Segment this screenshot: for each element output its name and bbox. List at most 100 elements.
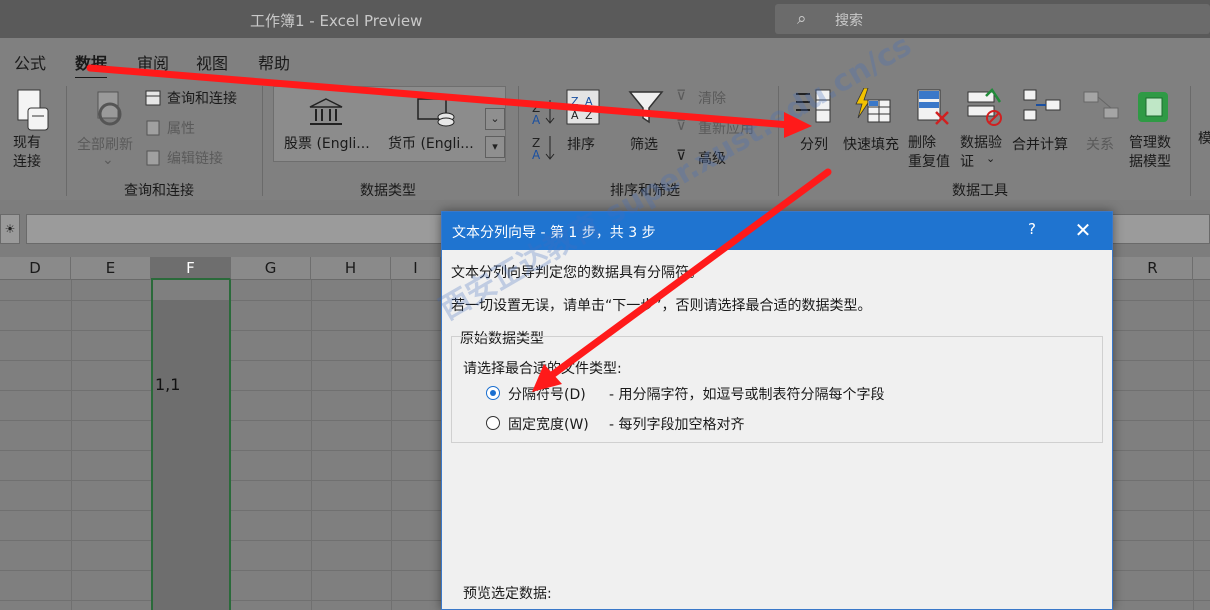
sort-button[interactable]: ZA AZ 排序 <box>562 84 604 164</box>
advanced-label: 高级 <box>698 151 726 167</box>
gallery-scroll-up[interactable]: ⌄ <box>485 108 505 130</box>
bank-icon <box>309 98 343 125</box>
svg-text:A: A <box>532 113 541 127</box>
consolidate-label: 合并计算 <box>1012 137 1068 153</box>
queries-connections-button[interactable]: 查询和连接 <box>145 88 255 108</box>
more-commands-label[interactable]: 模 <box>1198 128 1210 148</box>
svg-text:Z: Z <box>571 95 579 108</box>
column-header-selected[interactable]: F <box>151 257 231 280</box>
column-header[interactable]: R <box>1113 257 1193 280</box>
column-header[interactable]: H <box>311 257 391 280</box>
fixed-width-radio[interactable] <box>486 416 500 430</box>
refresh-icon <box>97 91 122 126</box>
delimited-label[interactable]: 分隔符号(D) <box>508 384 586 404</box>
document-icon <box>17 89 49 131</box>
text-to-columns-wizard-dialog: 文本分列向导 - 第 1 步，共 3 步 ? ✕ 文本分列向导判定您的数据具有分… <box>441 211 1113 610</box>
existing-connections-label: 现有 连接 <box>13 135 41 170</box>
reapply-button[interactable]: ⊽ 重新应用 <box>676 118 776 138</box>
fixed-width-label[interactable]: 固定宽度(W) <box>508 414 589 434</box>
group-label-queries: 查询和连接 <box>124 183 194 199</box>
reapply-label: 重新应用 <box>698 121 754 137</box>
clear-filter-icon: ⊽ <box>676 88 687 104</box>
sort-ascending-icon: ZA ZA <box>532 100 555 162</box>
data-validation-button[interactable]: 数据验 证 ⌄ <box>958 84 1010 170</box>
divider <box>66 86 67 196</box>
svg-text:Z: Z <box>585 109 593 122</box>
cell-value[interactable]: 1,1 <box>155 375 180 394</box>
edit-links-button[interactable]: 编辑链接 <box>145 148 255 168</box>
active-cell[interactable] <box>151 280 231 300</box>
svg-text:A: A <box>532 148 541 162</box>
tab-review[interactable]: 审阅 <box>137 50 169 74</box>
sort-az-buttons[interactable]: ZA ZA <box>530 92 558 162</box>
clear-button[interactable]: ⊽ 清除 <box>676 88 766 108</box>
divider <box>778 86 779 196</box>
group-label-sort-filter: 排序和筛选 <box>610 183 680 199</box>
tab-formulas[interactable]: 公式 <box>14 50 46 74</box>
link-icon <box>146 150 160 166</box>
refresh-all-label: 全部刷新 <box>77 137 133 153</box>
flash-fill-icon <box>855 88 891 123</box>
divider <box>262 86 263 196</box>
group-label-data-types: 数据类型 <box>360 183 416 199</box>
column-header[interactable]: I <box>391 257 441 280</box>
consolidate-button[interactable]: 合并计算 <box>1012 84 1076 164</box>
tab-help[interactable]: 帮助 <box>258 50 290 74</box>
chevron-down-icon: ⌄ <box>102 152 114 168</box>
filter-icon <box>628 91 664 124</box>
text-to-columns-label: 分列 <box>800 137 828 153</box>
properties-button[interactable]: 属性 <box>145 118 255 138</box>
text-to-columns-button[interactable]: 分列 <box>790 84 840 164</box>
dialog-intro-text: 文本分列向导判定您的数据具有分隔符。 <box>451 265 703 281</box>
flash-fill-label: 快速填充 <box>843 137 899 153</box>
existing-connections-button[interactable]: 现有 连接 <box>8 84 58 174</box>
ribbon: 现有 连接 全部刷新 ⌄ 查询和连接 属性 编辑链接 查询和连接 股票 (Eng… <box>0 78 1210 200</box>
data-validation-label: 数据验 证 <box>960 135 1002 170</box>
sort-icon: ZA AZ <box>566 89 600 125</box>
preview-label: 预览选定数据: <box>463 586 552 602</box>
fixed-width-description: - 每列字段加空格对齐 <box>609 417 745 433</box>
window-title: 工作簿1 - Excel Preview <box>250 12 423 30</box>
remove-duplicates-icon <box>917 89 949 125</box>
remove-duplicates-label: 删除 重复值 <box>908 135 950 170</box>
divider <box>1190 86 1191 196</box>
search-placeholder: 搜索 <box>835 13 863 29</box>
tab-data[interactable]: 数据 <box>75 50 108 80</box>
dialog-title-bar: 文本分列向导 - 第 1 步，共 3 步 ? ✕ <box>442 212 1112 250</box>
properties-icon <box>146 120 160 136</box>
name-box[interactable]: ☀ <box>0 214 20 244</box>
filter-button[interactable]: 筛选 <box>624 84 668 164</box>
group-label-data-tools: 数据工具 <box>952 183 1008 199</box>
filter-label: 筛选 <box>630 137 658 153</box>
stocks-button[interactable]: 股票 (Engli... <box>284 133 370 153</box>
column-header[interactable]: D <box>0 257 71 280</box>
delimited-radio[interactable] <box>486 386 500 400</box>
chevron-down-icon: ⌄ <box>986 152 996 165</box>
tab-view[interactable]: 视图 <box>196 50 228 74</box>
advanced-filter-icon: ⊽ <box>676 148 687 164</box>
refresh-all-button[interactable]: 全部刷新 ⌄ <box>74 84 140 174</box>
currency-icon <box>417 98 455 127</box>
sort-label: 排序 <box>567 137 595 153</box>
currencies-button[interactable]: 货币 (Engli... <box>388 133 474 153</box>
relationships-icon <box>1083 91 1119 119</box>
consolidate-icon <box>1023 89 1061 121</box>
relationships-label: 关系 <box>1086 137 1114 153</box>
advanced-button[interactable]: ⊽ 高级 <box>676 148 766 168</box>
gallery-more-button[interactable]: ▾ <box>485 136 505 158</box>
data-type-group: 请选择最合适的文件类型: 分隔符号(D) - 用分隔字符，如逗号或制表符分隔每个… <box>451 336 1103 443</box>
close-button[interactable]: ✕ <box>1070 218 1096 242</box>
reapply-icon: ⊽ <box>676 118 687 134</box>
help-button[interactable]: ? <box>1020 220 1044 238</box>
manage-data-model-button[interactable]: 管理数 据模型 <box>1126 84 1182 170</box>
svg-text:A: A <box>571 109 579 122</box>
selected-column-range[interactable] <box>151 300 231 610</box>
file-type-prompt: 请选择最合适的文件类型: <box>463 361 622 377</box>
relationships-button[interactable]: 关系 <box>1078 84 1124 164</box>
search-box[interactable]: ⌕ 搜索 <box>775 4 1210 34</box>
column-header[interactable]: E <box>71 257 151 280</box>
flash-fill-button[interactable]: 快速填充 <box>842 84 906 164</box>
title-bar: 工作簿1 - Excel Preview ⌕ 搜索 <box>0 0 1210 38</box>
remove-duplicates-button[interactable]: 删除 重复值 <box>908 84 956 170</box>
column-header[interactable]: G <box>231 257 311 280</box>
